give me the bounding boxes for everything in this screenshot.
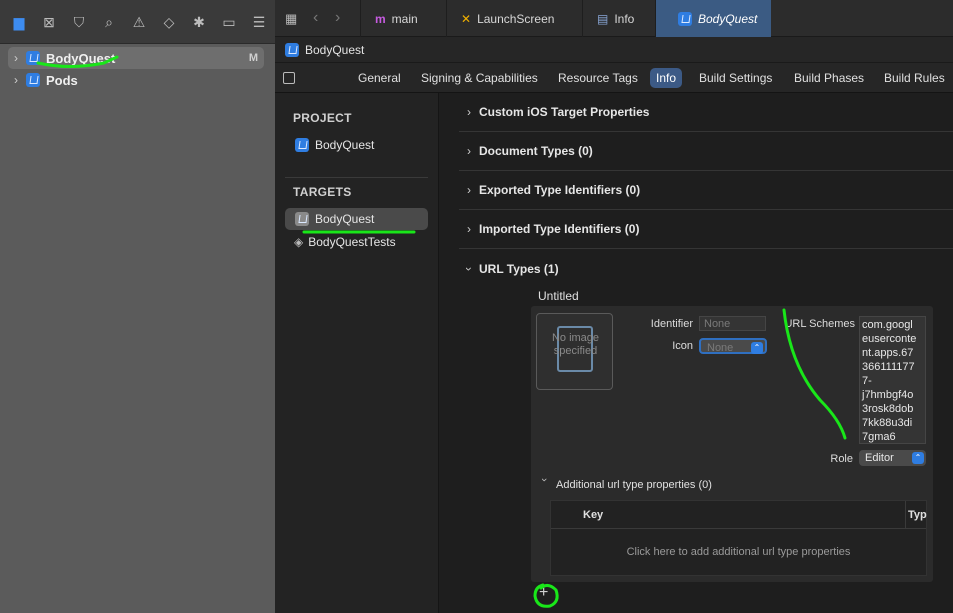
- arrow-annotation: [782, 308, 847, 440]
- annotation-overlay: [36, 55, 847, 608]
- circle-annotation: [533, 583, 559, 608]
- underline-annotation: [36, 55, 119, 68]
